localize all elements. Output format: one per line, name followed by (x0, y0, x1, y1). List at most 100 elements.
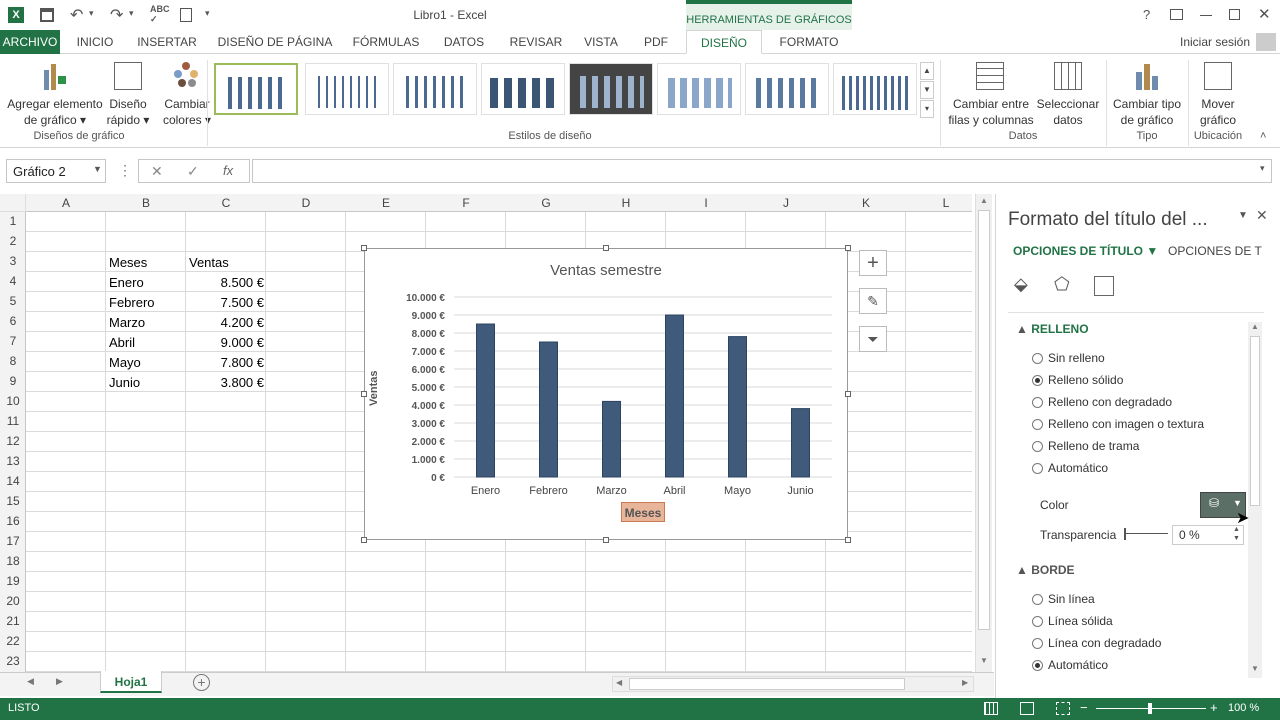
customize-toolbar-icon[interactable]: ▾ (205, 8, 210, 19)
spin-down-icon[interactable]: ▼ (1233, 535, 1240, 542)
formula-bar-options-icon[interactable]: ⋮ (118, 162, 132, 179)
tab-datos[interactable]: DATOS (432, 30, 496, 54)
row-header[interactable]: 7 (0, 334, 26, 348)
fill-option-label[interactable]: Automático (1048, 461, 1108, 475)
tab-formato[interactable]: FORMATO (766, 30, 852, 54)
row-header[interactable]: 17 (0, 534, 26, 548)
cell-header-sales[interactable]: Ventas (189, 253, 229, 273)
bar[interactable] (791, 408, 810, 478)
chart-style-2[interactable] (305, 63, 389, 115)
styles-scroll-up-icon[interactable]: ▲ (920, 62, 934, 80)
help-button[interactable]: ? (1143, 7, 1150, 22)
row-header[interactable]: 1 (0, 214, 26, 228)
cell-sales[interactable]: 7.500 € (186, 293, 264, 313)
styles-more-icon[interactable]: ▾ (920, 100, 934, 118)
row-header[interactable]: 21 (0, 614, 26, 628)
select-all-corner[interactable] (0, 194, 26, 212)
row-header[interactable]: 8 (0, 354, 26, 368)
column-header[interactable]: A (26, 194, 106, 212)
sign-in-link[interactable]: Iniciar sesión (1180, 35, 1250, 49)
resize-handle[interactable] (845, 537, 851, 543)
row-header[interactable]: 9 (0, 374, 26, 388)
column-header[interactable]: J (746, 194, 826, 212)
transparency-slider[interactable] (1124, 528, 1168, 540)
border-section-header[interactable]: ▲ BORDE (1016, 563, 1075, 577)
row-header[interactable]: 14 (0, 474, 26, 488)
name-box[interactable]: Gráfico 2 ▼ (6, 159, 106, 183)
tab-text-options[interactable]: OPCIONES DE T (1168, 244, 1264, 258)
quick-layout-button[interactable]: Diseño rápido ▾ (104, 96, 152, 128)
border-option-radio[interactable] (1032, 594, 1043, 605)
chart-style-4[interactable] (481, 63, 565, 115)
formula-input[interactable] (252, 159, 1272, 183)
bar[interactable] (728, 336, 747, 478)
collapse-ribbon-icon[interactable]: ˄ (1260, 130, 1266, 142)
scroll-up-icon[interactable]: ▲ (980, 196, 988, 205)
save-icon[interactable] (40, 8, 54, 22)
formula-expand-icon[interactable]: ▾ (1260, 163, 1265, 174)
tab-vista[interactable]: VISTA (574, 30, 628, 54)
spelling-icon[interactable]: ABC ✓ (150, 4, 170, 25)
border-option-radio[interactable] (1032, 638, 1043, 649)
row-header[interactable]: 22 (0, 634, 26, 648)
tab-archivo[interactable]: ARCHIVO (0, 30, 60, 54)
move-chart-button[interactable]: Mover gráfico (1190, 96, 1246, 128)
cell-sales[interactable]: 3.800 € (186, 373, 264, 393)
bar[interactable] (665, 314, 684, 478)
row-header[interactable]: 3 (0, 254, 26, 268)
border-option-label[interactable]: Línea con degradado (1048, 636, 1161, 650)
fill-option-label[interactable]: Relleno de trama (1048, 439, 1139, 453)
avatar[interactable] (1256, 33, 1276, 51)
cancel-icon[interactable]: ✕ (151, 163, 163, 180)
tab-insertar[interactable]: INSERTAR (130, 30, 204, 54)
insert-function-icon[interactable]: fx (223, 163, 233, 178)
column-header[interactable]: G (506, 194, 586, 212)
row-header[interactable]: 16 (0, 514, 26, 528)
zoom-slider[interactable] (1096, 703, 1206, 714)
x-axis-title[interactable]: Meses (621, 502, 665, 522)
pane-scrollbar[interactable]: ▲ ▼ (1248, 322, 1262, 678)
zoom-level[interactable]: 100 % (1228, 702, 1259, 714)
change-chart-type-button[interactable]: Cambiar tipo de gráfico (1108, 96, 1186, 128)
tab-pdf[interactable]: PDF (632, 30, 680, 54)
new-sheet-icon[interactable]: + (193, 674, 210, 691)
cell-sales[interactable]: 9.000 € (186, 333, 264, 353)
next-sheet-icon[interactable]: ▶ (56, 676, 63, 687)
maximize-icon[interactable] (1229, 9, 1240, 20)
fill-option-radio[interactable] (1032, 463, 1043, 474)
cell-sales[interactable]: 7.800 € (186, 353, 264, 373)
vertical-scrollbar[interactable]: ▲ ▼ (975, 194, 992, 672)
hscroll-thumb[interactable] (629, 678, 905, 690)
column-header[interactable]: H (586, 194, 666, 212)
styles-scroll-down-icon[interactable]: ▼ (920, 81, 934, 99)
cell-month[interactable]: Enero (109, 273, 144, 293)
resize-handle[interactable] (845, 391, 851, 397)
fill-option-label[interactable]: Sin relleno (1048, 351, 1105, 365)
row-header[interactable]: 12 (0, 434, 26, 448)
bar[interactable] (539, 341, 558, 478)
row-header[interactable]: 18 (0, 554, 26, 568)
redo-dropdown-icon[interactable]: ▾ (129, 8, 134, 19)
cell-month[interactable]: Marzo (109, 313, 145, 333)
resize-handle[interactable] (845, 245, 851, 251)
zoom-out-icon[interactable]: − (1080, 700, 1088, 715)
border-option-label[interactable]: Sin línea (1048, 592, 1095, 606)
fill-section-header[interactable]: ▲ RELLENO (1016, 322, 1089, 336)
resize-handle[interactable] (361, 537, 367, 543)
border-option-label[interactable]: Línea sólida (1048, 614, 1113, 628)
pane-scroll-up-icon[interactable]: ▲ (1251, 322, 1259, 331)
fill-option-radio[interactable] (1032, 419, 1043, 430)
row-header[interactable]: 4 (0, 274, 26, 288)
new-document-icon[interactable] (180, 8, 192, 22)
y-axis-title[interactable]: Ventas (368, 346, 382, 406)
page-layout-view-icon[interactable] (1020, 702, 1034, 715)
hscroll-right-icon[interactable]: ▶ (962, 678, 968, 687)
scroll-thumb[interactable] (978, 210, 990, 630)
row-header[interactable]: 5 (0, 294, 26, 308)
resize-handle[interactable] (603, 537, 609, 543)
prev-sheet-icon[interactable]: ◀ (27, 676, 34, 687)
undo-icon[interactable]: ↶ (70, 5, 83, 25)
zoom-in-icon[interactable]: + (1210, 700, 1218, 715)
border-option-radio[interactable] (1032, 660, 1043, 671)
cell-sales[interactable]: 8.500 € (186, 273, 264, 293)
